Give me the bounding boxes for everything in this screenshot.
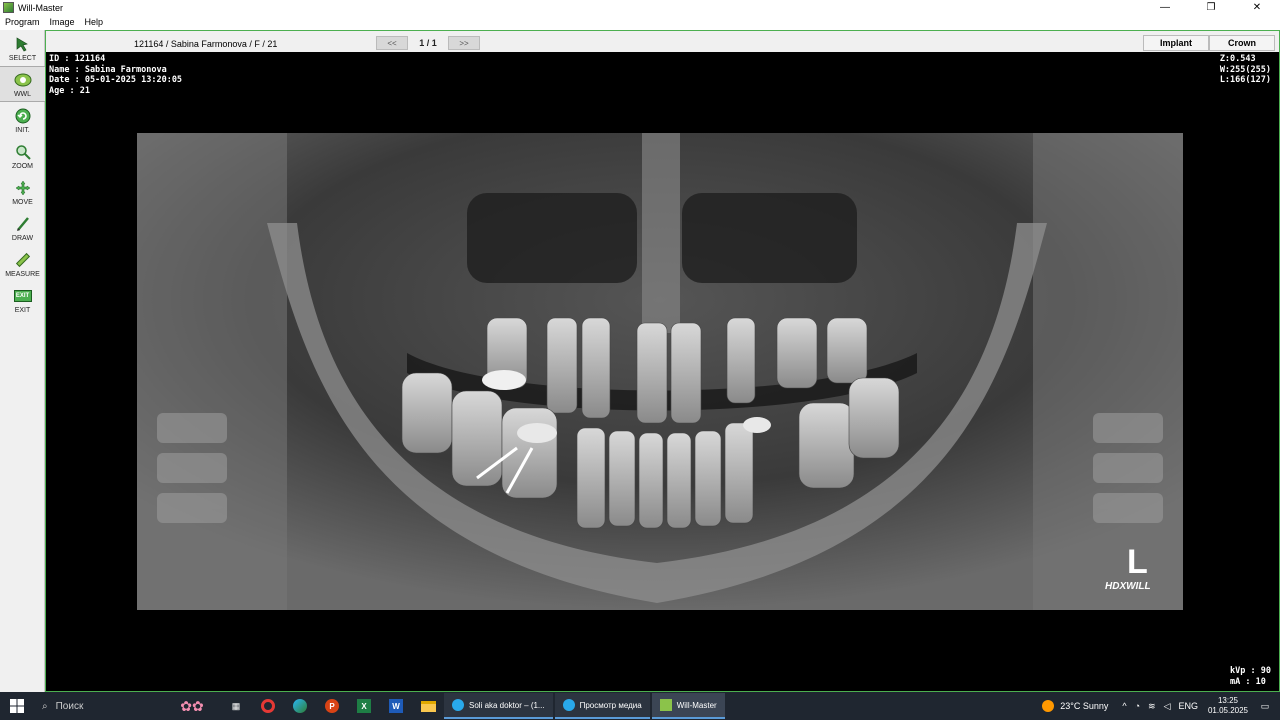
exposure-overlay: kVp : 90 mA : 10 [1230, 666, 1271, 687]
close-button[interactable]: ✕ [1234, 0, 1280, 15]
edge-icon[interactable] [284, 692, 316, 720]
window-level-overlay: Z:0.543 W:255(255) L:166(127) [1220, 54, 1271, 86]
clock-date: 01.05.2025 [1207, 706, 1249, 715]
measure-tool[interactable]: MEASURE [0, 246, 45, 282]
brand-watermark: HDXWILL [1105, 581, 1151, 592]
menu-bar: Program Image Help [0, 15, 1280, 29]
opera-icon[interactable] [252, 692, 284, 720]
select-arrow-icon [14, 35, 32, 53]
app-logo-icon [3, 2, 14, 13]
title-bar: Will-Master — ❐ ✕ [0, 0, 1280, 15]
measure-icon [14, 251, 32, 269]
menu-image[interactable]: Image [45, 17, 80, 27]
maximize-button[interactable]: ❐ [1188, 0, 1234, 15]
menu-program[interactable]: Program [0, 17, 45, 27]
zoom-tool-label: ZOOM [12, 162, 33, 170]
taskbar-app-label: Soli aka doktor – (1... [469, 700, 545, 710]
draw-tool[interactable]: DRAW [0, 210, 45, 246]
start-button[interactable] [0, 692, 34, 720]
wwl-icon [14, 71, 32, 89]
move-tool[interactable]: MOVE [0, 174, 45, 210]
tab-crown[interactable]: Crown [1209, 35, 1275, 51]
patient-id: ID : 121164 [49, 54, 106, 64]
ma-readout: mA : 10 [1230, 676, 1266, 687]
network-icon[interactable]: ◔ [1135, 701, 1140, 711]
init-icon [14, 107, 32, 125]
window-title: Will-Master [18, 2, 63, 13]
volume-icon[interactable]: ◁ [1164, 701, 1171, 712]
taskbar-app-telegram[interactable]: Soli aka doktor – (1... [444, 693, 553, 719]
exit-icon: EXIT [13, 287, 32, 305]
telegram-icon [562, 699, 575, 711]
zoom-tool[interactable]: ZOOM [0, 138, 45, 174]
powerpoint-icon[interactable]: P [316, 692, 348, 720]
notifications-icon[interactable]: ▭ [1250, 701, 1280, 712]
next-page-button[interactable]: >> [448, 36, 480, 50]
window-level-readout: L:166(127) [1219, 75, 1271, 85]
panoramic-xray[interactable]: L HDXWILL [137, 133, 1183, 610]
tab-implant[interactable]: Implant [1143, 35, 1209, 51]
excel-icon[interactable]: X [348, 692, 380, 720]
kvp-readout: kVp : 90 [1230, 666, 1271, 676]
flower-widget-icon[interactable]: ✿✿ [164, 692, 220, 720]
exit-tool-label: EXIT [14, 306, 31, 314]
menu-help[interactable]: Help [80, 17, 109, 27]
wifi-icon[interactable]: ≋ [1148, 701, 1156, 712]
weather-icon [1042, 700, 1055, 712]
clock-time: 13:25 [1217, 696, 1239, 705]
tray-chevron-icon[interactable]: ^ [1122, 701, 1126, 711]
patient-header: 121164 / Sabina Farmonova / F / 21 [134, 39, 278, 49]
language-indicator[interactable]: ENG [1178, 701, 1198, 711]
move-tool-label: MOVE [12, 198, 33, 206]
exit-badge: EXIT [13, 289, 32, 302]
exit-tool[interactable]: EXIT EXIT [0, 282, 45, 318]
zoom-readout: Z:0.543 [1219, 54, 1256, 64]
tool-sidebar: SELECT WWL INIT. ZOOM MOVE DRAW MEASURE … [0, 30, 45, 692]
measure-tool-label: MEASURE [5, 270, 40, 278]
system-tray: 23°C Sunny ^ ◔ ≋ ◁ ENG 13:25 01.05.2025 … [1042, 692, 1280, 720]
select-tool[interactable]: SELECT [0, 30, 45, 66]
wwl-tool-label: WWL [13, 90, 32, 98]
windows-logo-icon [10, 699, 24, 713]
move-icon [14, 179, 32, 197]
page-navigator: << 1 / 1 >> [376, 36, 480, 50]
weather-text[interactable]: 23°C Sunny [1060, 701, 1108, 711]
side-marker: L [1127, 543, 1148, 581]
task-view-icon[interactable]: ▦ [220, 692, 252, 720]
windows-taskbar: ⌕ Поиск ✿✿ ▦ P X W Soli aka doktor – (1.… [0, 692, 1280, 720]
prev-page-button[interactable]: << [376, 36, 408, 50]
taskbar-search[interactable]: ⌕ Поиск [34, 692, 164, 720]
page-counter: 1 / 1 [419, 38, 437, 48]
image-viewer[interactable]: ID : 121164 Name : Sabina Farmonova Date… [45, 52, 1280, 692]
taskbar-app-willmaster[interactable]: Will-Master [651, 693, 725, 719]
scan-date: Date : 05-01-2025 13:20:05 [49, 75, 183, 85]
system-clock[interactable]: 13:25 01.05.2025 [1206, 696, 1250, 716]
word-icon[interactable]: W [380, 692, 412, 720]
search-placeholder: Поиск [55, 700, 84, 712]
taskbar-app-media[interactable]: Просмотр медиа [554, 693, 650, 719]
init-tool-label: INIT. [15, 126, 30, 134]
init-tool[interactable]: INIT. [0, 102, 45, 138]
minimize-button[interactable]: — [1142, 0, 1188, 15]
search-icon: ⌕ [42, 700, 48, 712]
file-explorer-icon[interactable] [412, 692, 444, 720]
select-tool-label: SELECT [8, 54, 37, 62]
wwl-tool[interactable]: WWL [0, 66, 45, 102]
zoom-icon [14, 143, 32, 161]
willmaster-icon [659, 699, 672, 711]
taskbar-app-label: Просмотр медиа [579, 700, 642, 710]
patient-name: Name : Sabina Farmonova [49, 64, 167, 75]
image-header: 121164 / Sabina Farmonova / F / 21 << 1 … [45, 30, 1280, 52]
draw-icon [14, 215, 32, 233]
window-width-readout: W:255(255) [1219, 64, 1271, 75]
telegram-icon [452, 699, 464, 711]
patient-age: Age : 21 [49, 85, 90, 96]
draw-tool-label: DRAW [11, 234, 34, 242]
taskbar-app-label: Will-Master [676, 700, 717, 710]
patient-info-overlay: ID : 121164 Name : Sabina Farmonova Date… [49, 54, 182, 96]
